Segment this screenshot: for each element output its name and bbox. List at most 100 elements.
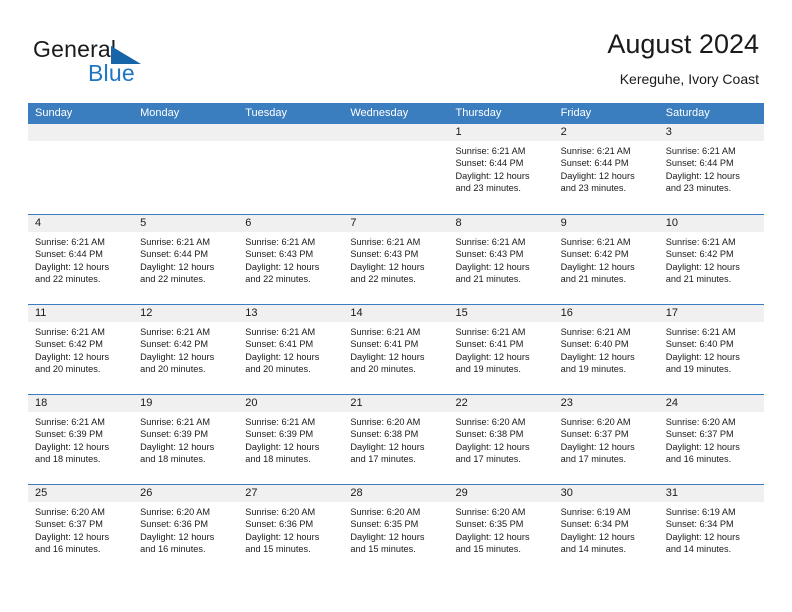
- day-details: Sunrise: 6:20 AM Sunset: 6:38 PM Daylight:…: [449, 412, 554, 466]
- calendar-day-cell[interactable]: 9 Sunrise: 6:21 AM Sunset: 6:42 PM Daylight…: [553, 215, 659, 304]
- sunrise-time: Sunrise: 6:21 AM: [560, 327, 631, 337]
- daylight-duration-line1: Daylight: 12 hours: [350, 441, 425, 452]
- calendar-day-cell[interactable]: 11 Sunrise: 6:21 AM Sunset: 6:42 PM Dayligh…: [28, 305, 134, 394]
- calendar-day-cell[interactable]: 14 Sunrise: 6:21 AM Sunset: 6:41 PM Dayligh…: [343, 305, 449, 394]
- sunset-time: Sunset: 6:41 PM: [455, 339, 524, 350]
- weekday-header-monday: Monday: [140, 107, 180, 119]
- day-number: 24: [658, 395, 764, 412]
- calendar-day-cell[interactable]: 18 Sunrise: 6:21 AM Sunset: 6:39 PM Dayligh…: [28, 395, 134, 484]
- daylight-duration-line1: Daylight: 12 hours: [140, 261, 215, 272]
- daylight-duration-line2: and 15 minutes.: [350, 544, 416, 555]
- sunrise-time: Sunrise: 6:21 AM: [455, 237, 526, 247]
- daylight-duration-line2: and 17 minutes.: [455, 454, 521, 465]
- sunrise-time: Sunrise: 6:21 AM: [35, 417, 105, 427]
- calendar-day-cell[interactable]: 22 Sunrise: 6:20 AM Sunset: 6:38 PM Dayligh…: [448, 395, 554, 484]
- calendar-day-cell[interactable]: 19 Sunrise: 6:21 AM Sunset: 6:39 PM Dayligh…: [133, 395, 239, 484]
- day-number: 31: [658, 485, 764, 502]
- general-blue-logo[interactable]: General Blue: [33, 36, 223, 92]
- day-details: Sunrise: 6:21 AM Sunset: 6:40 PM Daylight:…: [659, 322, 764, 376]
- sunrise-time: Sunrise: 6:21 AM: [560, 237, 631, 247]
- weekday-header-friday: Friday: [560, 107, 592, 119]
- calendar-day-cell[interactable]: 28 Sunrise: 6:20 AM Sunset: 6:35 PM Dayligh…: [343, 485, 449, 574]
- day-number: [28, 124, 134, 141]
- sunset-time: Sunset: 6:40 PM: [665, 339, 734, 350]
- calendar-week-row: 4 Sunrise: 6:21 AM Sunset: 6:44 PM Daylight…: [28, 214, 764, 304]
- sunrise-time: Sunrise: 6:21 AM: [140, 417, 211, 427]
- sunrise-time: Sunrise: 6:21 AM: [245, 327, 316, 337]
- sunrise-time: Sunrise: 6:21 AM: [455, 146, 526, 156]
- day-number: 12: [133, 305, 239, 322]
- calendar-day-cell[interactable]: 13 Sunrise: 6:21 AM Sunset: 6:41 PM Dayligh…: [238, 305, 344, 394]
- calendar-day-cell[interactable]: 7 Sunrise: 6:21 AM Sunset: 6:43 PM Daylight…: [343, 215, 449, 304]
- calendar-weeks: 1 Sunrise: 6:21 AM Sunset: 6:44 PM Daylight…: [28, 124, 764, 574]
- calendar-day-cell[interactable]: 31 Sunrise: 6:19 AM Sunset: 6:34 PM Dayligh…: [658, 485, 764, 574]
- calendar-day-cell[interactable]: 27 Sunrise: 6:20 AM Sunset: 6:36 PM Dayligh…: [238, 485, 344, 574]
- calendar-day-cell[interactable]: 16 Sunrise: 6:21 AM Sunset: 6:40 PM Dayligh…: [553, 305, 659, 394]
- sunrise-time: Sunrise: 6:21 AM: [455, 327, 526, 337]
- sunrise-time: Sunrise: 6:20 AM: [560, 417, 631, 427]
- sunset-time: Sunset: 6:44 PM: [560, 158, 629, 169]
- day-details: Sunrise: 6:19 AM Sunset: 6:34 PM Daylight:…: [554, 502, 659, 556]
- calendar-day-cell[interactable]: 5 Sunrise: 6:21 AM Sunset: 6:44 PM Daylight…: [133, 215, 239, 304]
- sunset-time: Sunset: 6:43 PM: [350, 249, 419, 260]
- calendar-day-cell[interactable]: 17 Sunrise: 6:21 AM Sunset: 6:40 PM Dayligh…: [658, 305, 764, 394]
- day-number: [343, 124, 449, 141]
- calendar-day-cell[interactable]: 26 Sunrise: 6:20 AM Sunset: 6:36 PM Dayligh…: [133, 485, 239, 574]
- calendar-day-cell-empty: [343, 124, 449, 213]
- daylight-duration-line1: Daylight: 12 hours: [455, 351, 530, 362]
- daylight-duration-line1: Daylight: 12 hours: [560, 351, 635, 362]
- daylight-duration-line1: Daylight: 12 hours: [140, 531, 215, 542]
- daylight-duration-line1: Daylight: 12 hours: [560, 441, 635, 452]
- calendar-day-cell[interactable]: 23 Sunrise: 6:20 AM Sunset: 6:37 PM Dayligh…: [553, 395, 659, 484]
- sunset-time: Sunset: 6:42 PM: [665, 249, 734, 260]
- daylight-duration-line1: Daylight: 12 hours: [665, 351, 740, 362]
- calendar-day-cell[interactable]: 25 Sunrise: 6:20 AM Sunset: 6:37 PM Dayligh…: [28, 485, 134, 574]
- sunset-time: Sunset: 6:42 PM: [560, 249, 629, 260]
- daylight-duration-line2: and 23 minutes.: [560, 183, 627, 194]
- day-number: 3: [658, 124, 764, 141]
- daylight-duration-line1: Daylight: 12 hours: [560, 170, 635, 181]
- sunrise-time: Sunrise: 6:21 AM: [245, 237, 316, 247]
- calendar-day-cell[interactable]: 10 Sunrise: 6:21 AM Sunset: 6:42 PM Dayligh…: [658, 215, 764, 304]
- day-details: [343, 141, 448, 145]
- daylight-duration-line2: and 19 minutes.: [455, 364, 521, 375]
- day-details: Sunrise: 6:21 AM Sunset: 6:42 PM Daylight:…: [133, 322, 238, 376]
- calendar-day-cell[interactable]: 12 Sunrise: 6:21 AM Sunset: 6:42 PM Dayligh…: [133, 305, 239, 394]
- sunset-time: Sunset: 6:44 PM: [455, 158, 524, 169]
- calendar-day-cell[interactable]: 20 Sunrise: 6:21 AM Sunset: 6:39 PM Dayligh…: [238, 395, 344, 484]
- sunset-time: Sunset: 6:35 PM: [350, 519, 419, 530]
- daylight-duration-line1: Daylight: 12 hours: [245, 441, 320, 452]
- day-number: 1: [448, 124, 554, 141]
- sunset-time: Sunset: 6:39 PM: [245, 429, 314, 440]
- sunset-time: Sunset: 6:43 PM: [245, 249, 314, 260]
- calendar-day-cell[interactable]: 4 Sunrise: 6:21 AM Sunset: 6:44 PM Daylight…: [28, 215, 134, 304]
- daylight-duration-line2: and 21 minutes.: [560, 274, 627, 285]
- calendar-day-cell[interactable]: 6 Sunrise: 6:21 AM Sunset: 6:43 PM Daylight…: [238, 215, 344, 304]
- day-details: Sunrise: 6:21 AM Sunset: 6:39 PM Daylight:…: [133, 412, 238, 466]
- daylight-duration-line1: Daylight: 12 hours: [35, 441, 110, 452]
- calendar-day-cell[interactable]: 8 Sunrise: 6:21 AM Sunset: 6:43 PM Daylight…: [448, 215, 554, 304]
- sunset-time: Sunset: 6:39 PM: [140, 429, 209, 440]
- day-number: 25: [28, 485, 134, 502]
- calendar-day-cell[interactable]: 21 Sunrise: 6:20 AM Sunset: 6:38 PM Dayligh…: [343, 395, 449, 484]
- daylight-duration-line1: Daylight: 12 hours: [665, 261, 740, 272]
- calendar-day-cell[interactable]: 3 Sunrise: 6:21 AM Sunset: 6:44 PM Daylight…: [658, 124, 764, 213]
- daylight-duration-line1: Daylight: 12 hours: [350, 531, 425, 542]
- day-number: 8: [448, 215, 554, 232]
- sunset-time: Sunset: 6:42 PM: [140, 339, 209, 350]
- sunrise-time: Sunrise: 6:20 AM: [455, 507, 526, 517]
- calendar-day-cell[interactable]: 30 Sunrise: 6:19 AM Sunset: 6:34 PM Dayligh…: [553, 485, 659, 574]
- calendar-day-cell[interactable]: 15 Sunrise: 6:21 AM Sunset: 6:41 PM Dayligh…: [448, 305, 554, 394]
- calendar-day-cell[interactable]: 2 Sunrise: 6:21 AM Sunset: 6:44 PM Daylight…: [553, 124, 659, 213]
- weekday-header-tuesday: Tuesday: [245, 107, 288, 119]
- calendar-day-cell[interactable]: 29 Sunrise: 6:20 AM Sunset: 6:35 PM Dayligh…: [448, 485, 554, 574]
- sunset-time: Sunset: 6:44 PM: [35, 249, 103, 260]
- daylight-duration-line1: Daylight: 12 hours: [455, 531, 530, 542]
- daylight-duration-line1: Daylight: 12 hours: [245, 261, 320, 272]
- calendar-day-cell[interactable]: 24 Sunrise: 6:20 AM Sunset: 6:37 PM Dayligh…: [658, 395, 764, 484]
- calendar-grid: Sunday Monday Tuesday Wednesday Thursday…: [28, 103, 764, 574]
- sunset-time: Sunset: 6:44 PM: [140, 249, 209, 260]
- daylight-duration-line1: Daylight: 12 hours: [560, 531, 635, 542]
- calendar-day-cell[interactable]: 1 Sunrise: 6:21 AM Sunset: 6:44 PM Daylight…: [448, 124, 554, 213]
- daylight-duration-line2: and 15 minutes.: [245, 544, 311, 555]
